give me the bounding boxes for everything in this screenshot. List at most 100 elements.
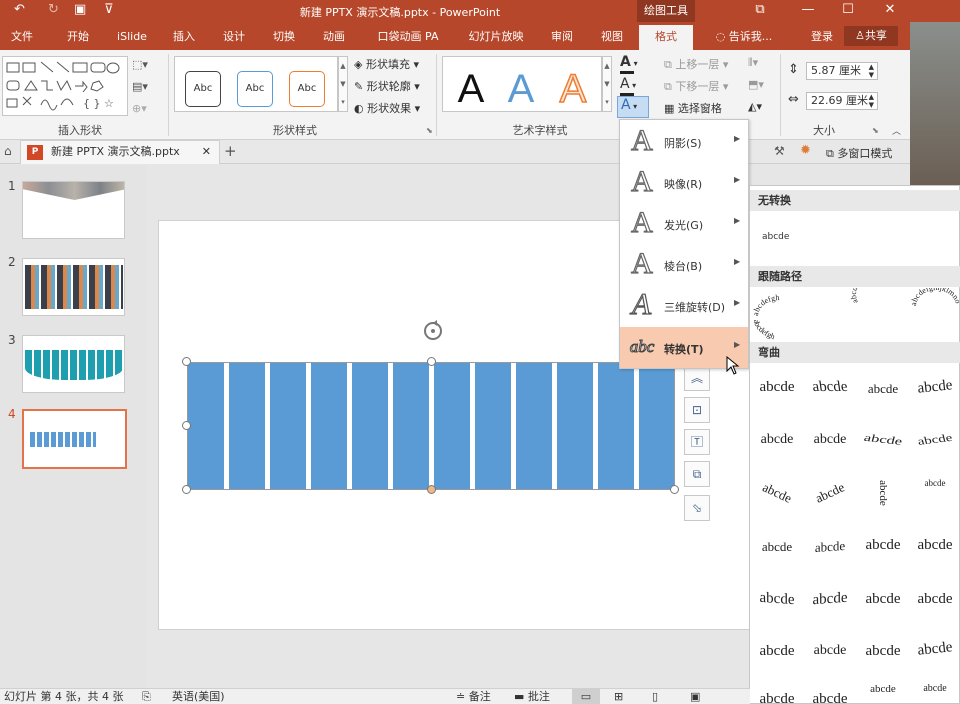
menu-item-shadow[interactable]: A 阴影(S) ▶ — [620, 121, 748, 162]
resize-handle[interactable] — [670, 485, 679, 494]
menu-item-bevel[interactable]: A 棱台(B) ▶ — [620, 244, 748, 285]
wordart-style-black[interactable]: A — [443, 65, 499, 113]
warp-option[interactable]: abcde — [909, 371, 960, 402]
shape-width-input[interactable]: 22.69 厘米 ▲ ▼ — [806, 92, 878, 110]
selection-pane-button[interactable]: ▦ 选择窗格 — [664, 100, 722, 116]
warp-option[interactable]: abcde — [910, 684, 960, 704]
warp-option[interactable]: abcde — [909, 633, 960, 664]
rotate-handle-icon[interactable] — [420, 318, 446, 344]
home-icon[interactable]: ⌂ — [4, 144, 12, 158]
warp-option[interactable]: abcde — [805, 638, 855, 664]
text-outline-button[interactable]: A ▾ — [620, 76, 636, 92]
slide-thumbnail-4[interactable] — [22, 409, 127, 469]
warp-option[interactable]: abcde — [858, 376, 908, 402]
warp-option[interactable]: abcde — [853, 428, 912, 452]
warp-option[interactable]: abcde — [858, 638, 908, 664]
slide-sorter-icon[interactable]: ⊞ — [614, 689, 623, 704]
resize-handle[interactable] — [427, 485, 436, 494]
path-sample-arch-up[interactable]: abcdefgh — [751, 293, 780, 316]
share-button[interactable]: ♙共享 — [844, 26, 898, 46]
warp-option[interactable]: abcde — [858, 684, 908, 704]
slide-thumbnail-1[interactable] — [22, 181, 125, 239]
resize-handle[interactable] — [182, 421, 191, 430]
crop-align-icon[interactable]: ⊡ — [684, 397, 710, 423]
shape-effects-button[interactable]: ◐ 形状效果 ▾ — [354, 100, 420, 116]
shape-style-orange[interactable]: Abc — [289, 71, 325, 107]
shape-fill-button[interactable]: ◈ 形状填充 ▾ — [354, 56, 419, 72]
rotate-icon[interactable]: ◭▾ — [748, 100, 762, 113]
warp-option[interactable]: abcde — [910, 478, 960, 510]
warp-option[interactable]: abcde — [805, 584, 855, 613]
warp-option[interactable]: abcde — [858, 532, 908, 558]
tab-format[interactable]: 格式 — [639, 25, 693, 50]
tab-design[interactable]: 设计 — [214, 22, 254, 50]
resize-handle[interactable] — [427, 357, 436, 366]
warp-option[interactable]: abcde — [805, 686, 855, 704]
warp-option[interactable]: abcde — [802, 471, 858, 516]
warp-option[interactable]: abcde — [752, 427, 802, 453]
path-sample-circle[interactable]: abcdefghijklm — [849, 288, 885, 305]
toolbox-icon[interactable]: ⚒ — [774, 144, 785, 158]
close-button[interactable]: ✕ — [874, 0, 906, 22]
maximize-button[interactable]: ☐ — [832, 0, 864, 22]
shape-height-input[interactable]: 5.87 厘米 ▲ ▼ — [806, 62, 878, 80]
shape-style-dark[interactable]: Abc — [185, 71, 221, 107]
warp-option[interactable]: abcde — [752, 584, 802, 613]
new-tab-icon[interactable]: + — [224, 142, 237, 160]
menu-item-3d-rotation[interactable]: A 三维旋转(D) ▶ — [620, 285, 748, 326]
group-icon[interactable]: ⬒▾ — [748, 78, 764, 91]
warp-option[interactable]: abcde — [858, 586, 908, 612]
tell-me-box[interactable]: ◌ 告诉我... — [704, 22, 784, 50]
warp-option[interactable]: abcde — [910, 532, 960, 558]
slide-thumbnail-2[interactable] — [22, 258, 125, 316]
warp-option[interactable]: abcde — [752, 374, 802, 400]
shape-outline-button[interactable]: ✎ 形状轮廓 ▾ — [354, 78, 420, 94]
warp-option[interactable]: abcde — [749, 471, 805, 516]
warp-option[interactable]: abcde — [805, 532, 855, 561]
follow-path-options[interactable]: abcdefgh abcdefgh abcdefghijklm abcdefgh… — [750, 288, 960, 342]
warp-option[interactable]: abcde — [910, 586, 960, 612]
wordart-gallery-scroll[interactable]: ▲ ▼ ▾ — [602, 56, 612, 112]
tab-home[interactable]: 开始 — [56, 22, 100, 50]
bring-forward-button[interactable]: ⧉ 上移一层 ▾ — [664, 56, 728, 72]
collapse-ribbon-icon[interactable]: ︿ — [892, 124, 901, 137]
tab-review[interactable]: 审阅 — [540, 22, 584, 50]
tab-file[interactable]: 文件 — [0, 22, 44, 50]
menu-item-glow[interactable]: A 发光(G) ▶ — [620, 203, 748, 244]
ribbon-display-options-icon[interactable]: ⧉ — [744, 0, 776, 22]
path-sample-arch-down[interactable]: abcdefgh — [752, 319, 776, 341]
dialog-launcher-icon[interactable]: ⬊ — [426, 126, 433, 135]
document-tab[interactable]: P 新建 PPTX 演示文稿.pptx ✕ — [20, 140, 220, 164]
resize-quick-icon[interactable]: ⬂ — [684, 495, 710, 521]
warp-option[interactable]: abcde — [803, 374, 857, 400]
size-dialog-launcher-icon[interactable]: ⬊ — [872, 126, 879, 135]
warp-option[interactable]: abcde — [752, 638, 802, 664]
minimize-button[interactable]: — — [792, 0, 824, 22]
spell-check-icon[interactable]: ⎘ — [142, 689, 151, 704]
wordart-style-orange-outline[interactable]: A — [545, 65, 601, 113]
merge-shapes-icon[interactable]: ⊕▾ — [132, 102, 147, 115]
text-box-icon[interactable]: ▤▾ — [132, 80, 148, 93]
no-transform-option[interactable]: abcde — [762, 232, 789, 242]
height-spinner-icon[interactable]: ▲ ▼ — [869, 63, 874, 79]
tab-animations[interactable]: 动画 — [314, 22, 354, 50]
warp-option[interactable]: abcde — [752, 686, 802, 704]
shape-style-blue[interactable]: Abc — [237, 71, 273, 107]
selected-shape[interactable] — [187, 362, 675, 490]
tab-slideshow[interactable]: 幻灯片放映 — [460, 22, 532, 50]
width-spinner-icon[interactable]: ▲ ▼ — [869, 93, 874, 109]
tab-transitions[interactable]: 切换 — [264, 22, 304, 50]
notes-button[interactable]: ≐ 备注 — [456, 689, 491, 704]
warp-option[interactable]: abcde — [752, 534, 802, 560]
tab-insert[interactable]: 插入 — [164, 22, 204, 50]
path-sample-button[interactable]: abcdefghijklmno — [909, 288, 960, 306]
comments-button[interactable]: ▬ 批注 — [514, 689, 550, 704]
tab-view[interactable]: 视图 — [590, 22, 634, 50]
language-status[interactable]: 英语(美国) — [172, 689, 225, 704]
arrange-quick-icon[interactable]: ⧉ — [684, 461, 710, 487]
reading-view-icon[interactable]: ▯ — [652, 689, 658, 704]
text-box-quick-icon[interactable]: 🅃 — [684, 429, 710, 455]
shapes-gallery[interactable]: { } ☆ — [2, 56, 128, 116]
tab-islide[interactable]: iSlide — [108, 22, 156, 50]
edit-shape-icon[interactable]: ⬚▾ — [132, 58, 148, 71]
